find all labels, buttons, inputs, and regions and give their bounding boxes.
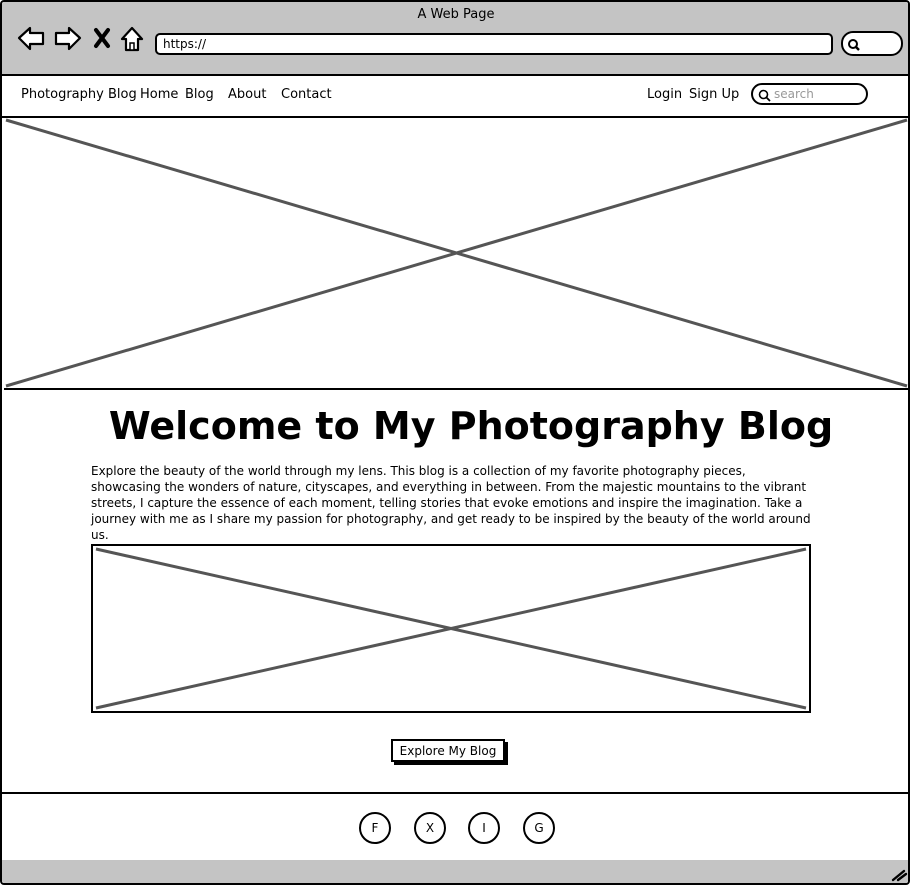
signup-link[interactable]: Sign Up (689, 87, 739, 102)
page-title: Welcome to My Photography Blog (108, 404, 834, 448)
site-search-input[interactable] (774, 86, 860, 102)
nav-link-home[interactable]: Home (140, 87, 178, 102)
window-title: A Web Page (417, 7, 495, 22)
site-footer: F X I G (2, 792, 908, 862)
site-search-box[interactable] (751, 83, 868, 105)
intro-paragraph: Explore the beauty of the world through … (91, 464, 811, 542)
x-twitter-icon[interactable]: X (414, 812, 446, 844)
site-brand[interactable]: Photography Blog (21, 87, 137, 102)
image-placeholder-icon (95, 547, 807, 710)
content-image-placeholder (91, 544, 811, 713)
image-placeholder-icon (5, 118, 908, 388)
instagram-icon[interactable]: I (468, 812, 500, 844)
search-icon (758, 89, 771, 102)
browser-toolbar: A Web Page https:// (2, 2, 908, 76)
forward-arrow-icon[interactable] (53, 24, 83, 54)
nav-link-blog[interactable]: Blog (185, 87, 214, 102)
nav-link-contact[interactable]: Contact (281, 87, 332, 102)
resize-grip-icon[interactable] (890, 868, 908, 882)
login-link[interactable]: Login (647, 87, 682, 102)
hero-image-placeholder (4, 118, 908, 390)
nav-link-about[interactable]: About (228, 87, 266, 102)
search-icon (848, 39, 860, 51)
google-icon[interactable]: G (523, 812, 555, 844)
facebook-icon[interactable]: F (359, 812, 391, 844)
close-x-icon[interactable] (90, 24, 120, 54)
explore-blog-button[interactable]: Explore My Blog (391, 739, 505, 762)
browser-window: A Web Page https:// Photography Blog Hom… (0, 0, 910, 885)
status-bar (2, 860, 908, 883)
home-icon[interactable] (118, 24, 148, 54)
address-bar[interactable]: https:// (155, 33, 833, 55)
browser-search-button[interactable] (841, 31, 903, 56)
back-arrow-icon[interactable] (16, 24, 46, 54)
